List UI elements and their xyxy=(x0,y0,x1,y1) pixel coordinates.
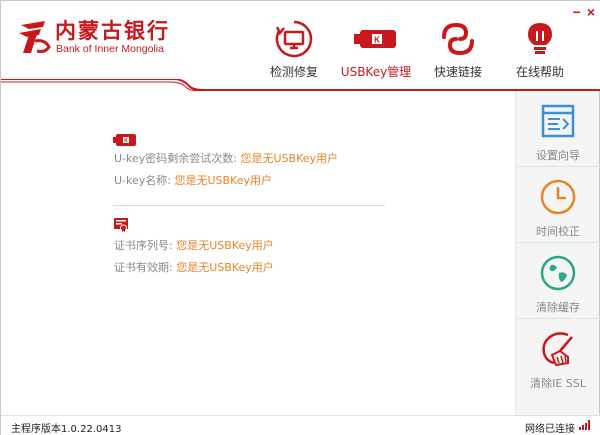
ukey-name-label: U-key名称: xyxy=(114,174,171,187)
link-icon xyxy=(417,19,499,59)
ukey-retry-value: 您是无USBKey用户 xyxy=(240,152,339,165)
side-clear-ie-ssl[interactable]: 清除IE SSL xyxy=(516,319,600,395)
nav-label: 检测修复 xyxy=(269,65,318,79)
main-content: K U-key密码剩余尝试次数: 您是无USBKey用户 U-key名称: 您是… xyxy=(1,91,515,415)
nav-quick-links[interactable]: 快速链接 xyxy=(417,19,499,81)
svg-text:K: K xyxy=(374,36,380,45)
network-status: 网络已连接 xyxy=(525,424,575,435)
nav-usbkey-manage[interactable]: K USBKey管理 xyxy=(335,19,417,81)
cert-serial-value: 您是无USBKey用户 xyxy=(176,239,274,252)
lightbulb-icon xyxy=(499,19,581,59)
side-label: 设置向导 xyxy=(536,149,580,162)
ukey-name-value: 您是无USBKey用户 xyxy=(174,174,273,187)
cert-validity-row: 证书有效期: 您是无USBKey用户 xyxy=(114,259,274,275)
nav-label: 快速链接 xyxy=(433,65,482,79)
monitor-refresh-icon xyxy=(253,19,335,59)
app-window: 内蒙古银行 Bank of Inner Mongolia − × 检测修复 K … xyxy=(0,0,600,435)
side-label: 清除IE SSL xyxy=(530,377,586,390)
side-label: 清除缓存 xyxy=(536,301,580,314)
cert-serial-row: 证书序列号: 您是无USBKey用户 xyxy=(114,237,274,253)
ukey-name-row: U-key名称: 您是无USBKey用户 xyxy=(114,172,272,188)
nav-label: 在线帮助 xyxy=(515,65,564,79)
broom-icon xyxy=(516,327,600,371)
bank-name-en: Bank of Inner Mongolia xyxy=(56,43,164,55)
side-label: 时间校正 xyxy=(536,225,580,238)
side-panel: 设置向导 时间校正 清除缓存 清除IE SSL xyxy=(515,91,600,415)
ukey-retry-label: U-key密码剩余尝试次数: xyxy=(114,152,237,165)
minimize-button[interactable]: − xyxy=(573,5,581,19)
side-setup-wizard[interactable]: 设置向导 xyxy=(516,91,600,167)
svg-text:K: K xyxy=(124,138,128,144)
ukey-retry-row: U-key密码剩余尝试次数: 您是无USBKey用户 xyxy=(114,150,338,166)
side-clear-cache[interactable]: 清除缓存 xyxy=(516,243,600,319)
side-time-correct[interactable]: 时间校正 xyxy=(516,167,600,243)
section-divider xyxy=(113,205,385,206)
close-button[interactable]: × xyxy=(587,5,595,19)
cert-validity-value: 您是无USBKey用户 xyxy=(176,261,274,274)
top-nav: 检测修复 K USBKey管理 快速链接 在线帮助 xyxy=(253,19,581,81)
bank-name-cn: 内蒙古银行 xyxy=(55,19,170,43)
globe-icon xyxy=(516,251,600,295)
setup-wizard-icon xyxy=(516,99,600,143)
bank-logo xyxy=(19,21,51,53)
nav-online-help[interactable]: 在线帮助 xyxy=(499,19,581,81)
header-accent-band xyxy=(1,79,600,91)
certificate-icon xyxy=(114,218,128,232)
header: 内蒙古银行 Bank of Inner Mongolia − × 检测修复 K … xyxy=(1,1,600,91)
cert-serial-label: 证书序列号: xyxy=(114,239,173,252)
window-controls: − × xyxy=(573,5,595,19)
status-bar: 主程序版本1.0.22.0413 网络已连接 xyxy=(1,415,600,435)
usbkey-small-icon: K xyxy=(113,134,136,146)
version-text: 主程序版本1.0.22.0413 xyxy=(11,424,122,435)
nav-label: USBKey管理 xyxy=(340,65,412,79)
cert-validity-label: 证书有效期: xyxy=(114,261,173,274)
clock-icon xyxy=(516,175,600,219)
signal-icon xyxy=(579,420,590,430)
nav-detect-repair[interactable]: 检测修复 xyxy=(253,19,335,81)
usbkey-icon: K xyxy=(335,19,417,59)
